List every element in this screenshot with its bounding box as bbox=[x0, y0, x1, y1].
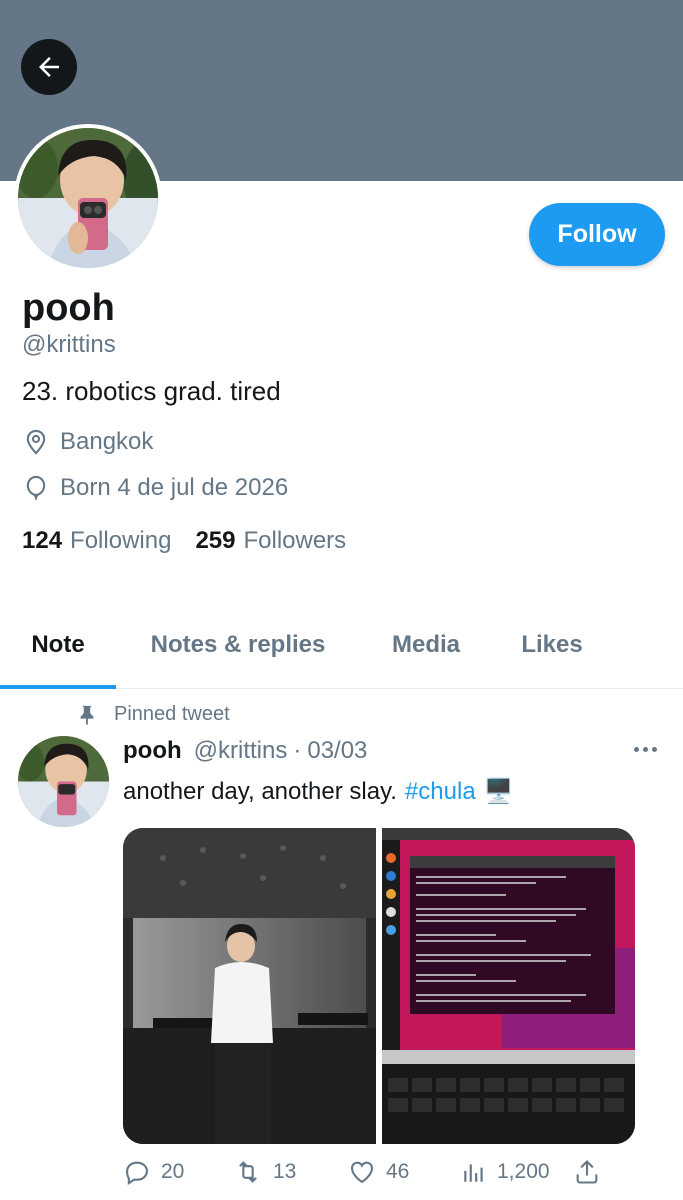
like-button[interactable]: 46 bbox=[348, 1158, 409, 1186]
retweet-button[interactable]: 13 bbox=[233, 1158, 296, 1186]
tweet-photo-terminal[interactable] bbox=[382, 828, 635, 1144]
tweet-actions: 20 13 46 1,200 bbox=[123, 1158, 603, 1190]
profile-birthday: Born 4 de jul de 2026 bbox=[22, 474, 288, 502]
retweet-count: 13 bbox=[273, 1160, 297, 1183]
location-pin-icon bbox=[26, 429, 46, 455]
retweet-icon bbox=[239, 1161, 257, 1183]
tweet-body: another day, another slay. bbox=[123, 777, 397, 805]
reply-icon bbox=[126, 1161, 148, 1186]
tweet-separator: · bbox=[293, 737, 302, 764]
views-count: 1,200 bbox=[497, 1160, 550, 1183]
tweet-hashtag[interactable]: #chula bbox=[405, 778, 476, 806]
share-button[interactable] bbox=[573, 1158, 611, 1186]
follow-button[interactable]: Follow bbox=[529, 203, 665, 266]
tweet-text: another day, another slay. #chula 🖥️ bbox=[123, 777, 514, 806]
heart-icon bbox=[351, 1161, 373, 1184]
active-tab-indicator bbox=[0, 685, 116, 689]
birthday-text: Born 4 de jul de 2026 bbox=[60, 474, 289, 501]
arrow-left-icon bbox=[39, 57, 59, 77]
followers-label: Followers bbox=[243, 527, 347, 554]
following-label: Following bbox=[70, 527, 172, 554]
followers-count: 259 bbox=[195, 527, 236, 554]
tweet-avatar[interactable] bbox=[18, 736, 109, 827]
back-button[interactable] bbox=[21, 39, 77, 95]
views-icon bbox=[464, 1164, 483, 1182]
tab-media[interactable]: Media bbox=[360, 600, 492, 689]
tweet-photo-portrait[interactable] bbox=[123, 828, 376, 1144]
views-button[interactable]: 1,200 bbox=[461, 1158, 550, 1186]
profile-tabs: Note Notes & replies Media Likes bbox=[0, 600, 683, 689]
desktop-computer-emoji: 🖥️ bbox=[483, 778, 514, 805]
following-count: 124 bbox=[22, 527, 63, 554]
follow-counts: 124 Following 259 Followers bbox=[22, 527, 370, 555]
like-count: 46 bbox=[386, 1160, 410, 1183]
share-icon bbox=[576, 1160, 598, 1184]
avatar[interactable] bbox=[18, 128, 158, 268]
pinned-label: Pinned tweet bbox=[114, 703, 230, 725]
profile-bio: 23. robotics grad. tired bbox=[22, 376, 281, 406]
tweet-media bbox=[123, 828, 635, 1144]
pin-icon bbox=[80, 705, 94, 725]
reply-count: 20 bbox=[161, 1160, 185, 1183]
more-dots-icon[interactable] bbox=[634, 747, 657, 752]
tab-note[interactable]: Note bbox=[0, 600, 116, 689]
tab-likes[interactable]: Likes bbox=[492, 600, 612, 689]
tweet-header: pooh @krittins · 03/03 bbox=[123, 737, 367, 765]
tab-notes-replies[interactable]: Notes & replies bbox=[116, 600, 360, 689]
tweet-author-name[interactable]: pooh bbox=[123, 737, 182, 765]
profile-location: Bangkok bbox=[22, 428, 153, 456]
profile-avatar-frame bbox=[14, 124, 162, 272]
profile-name: pooh bbox=[22, 287, 115, 329]
balloon-icon bbox=[26, 475, 46, 500]
reply-button[interactable]: 20 bbox=[123, 1158, 184, 1186]
followers-link[interactable]: 259 Followers bbox=[195, 527, 346, 555]
following-link[interactable]: 124 Following bbox=[22, 527, 171, 555]
tweet-author-handle[interactable]: @krittins bbox=[194, 737, 288, 765]
profile-handle: @krittins bbox=[22, 331, 116, 358]
location-text: Bangkok bbox=[60, 428, 154, 455]
tweet-date[interactable]: 03/03 bbox=[307, 737, 367, 765]
pinned-indicator: Pinned tweet bbox=[76, 703, 230, 726]
